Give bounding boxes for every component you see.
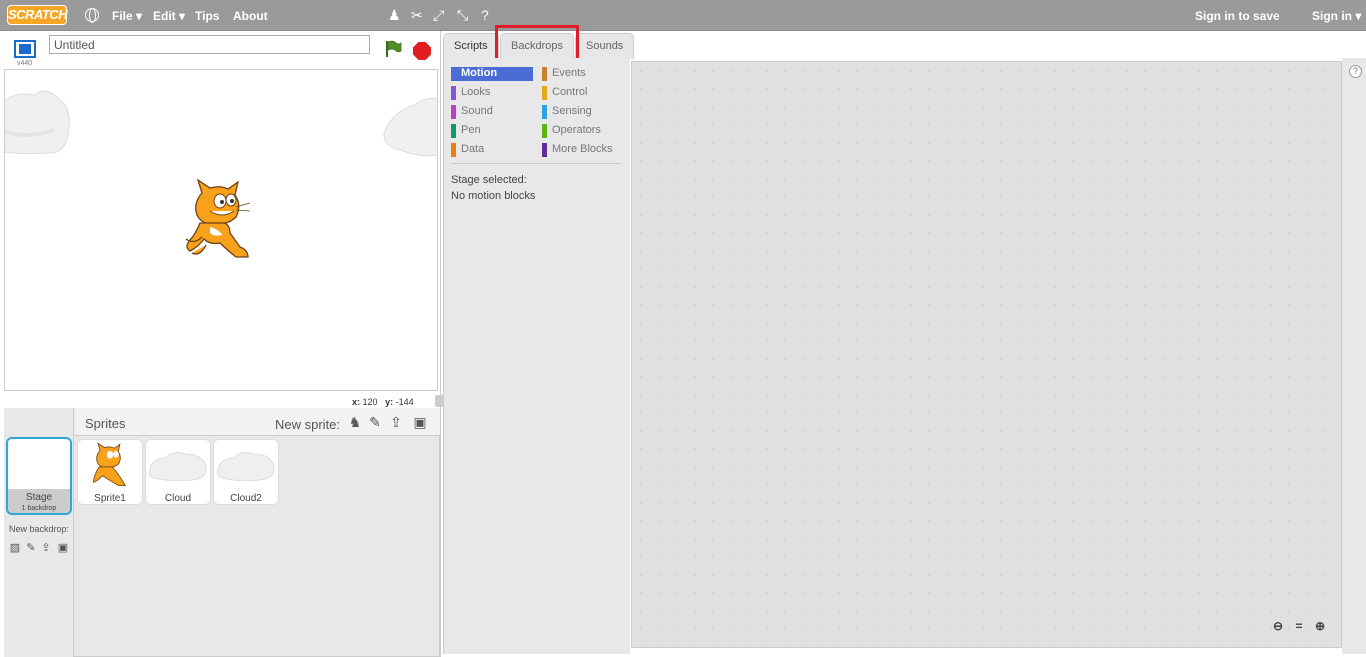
sprite-name: Sprite1 — [94, 493, 126, 504]
duplicate-stamp-icon[interactable]: ♟ — [388, 7, 401, 24]
stop-sign-icon[interactable] — [413, 42, 431, 60]
zoom-in-icon[interactable]: ⊕ — [1311, 619, 1329, 635]
camera-icon[interactable]: ▣ — [411, 414, 429, 432]
category-control[interactable]: Control — [542, 86, 624, 100]
zoom-reset-icon[interactable]: = — [1290, 619, 1308, 635]
sign-in-menu[interactable]: Sign in ▾ — [1312, 9, 1361, 23]
category-motion[interactable]: Motion — [451, 67, 533, 81]
help-column — [1342, 58, 1366, 654]
upload-sprite-icon[interactable]: ⇪ — [387, 414, 405, 432]
new-sprite-label: New sprite: — [275, 417, 341, 432]
category-divider — [451, 163, 621, 164]
stage-thumbnail-label: Stage — [25, 492, 53, 503]
help-question-icon[interactable]: ? — [481, 7, 489, 23]
zoom-out-icon[interactable]: ⊖ — [1269, 619, 1287, 635]
stage-selected-message: Stage selected: — [451, 174, 527, 186]
tab-scripts[interactable]: Scripts — [443, 33, 499, 59]
camera-backdrop-icon[interactable]: ▣ — [56, 541, 70, 555]
category-sensing[interactable]: Sensing — [542, 105, 624, 119]
sprite-name: Cloud2 — [230, 493, 262, 504]
upload-backdrop-icon[interactable]: ⇪ — [39, 541, 53, 555]
help-icon[interactable]: ? — [1349, 65, 1362, 78]
category-data[interactable]: Data — [451, 143, 533, 157]
tips-menu[interactable]: Tips — [195, 9, 219, 23]
stage-canvas[interactable] — [4, 69, 438, 391]
grow-icon[interactable]: ⤢ — [433, 7, 444, 24]
stage-thumbnail-image — [8, 439, 70, 489]
version-label: v440 — [17, 60, 33, 67]
edit-menu[interactable]: Edit ▾ — [153, 9, 185, 23]
sprite1-thumbnail — [93, 442, 127, 487]
new-backdrop-label: New backdrop: — [9, 524, 70, 534]
cloud-thumbnail — [149, 452, 207, 482]
sprite-tile[interactable]: Sprite1 — [77, 439, 143, 505]
sprites-title: Sprites — [85, 416, 126, 431]
sprites-header — [75, 408, 440, 436]
shrink-icon[interactable]: ⤡ — [457, 7, 468, 24]
divider — [440, 31, 441, 657]
category-more-blocks[interactable]: More Blocks — [542, 143, 624, 157]
cat-sprite[interactable] — [185, 178, 251, 258]
choose-sprite-library-icon[interactable]: ♞ — [346, 414, 364, 432]
presentation-mode-button[interactable] — [14, 40, 36, 58]
about-menu[interactable]: About — [233, 9, 268, 23]
no-motion-blocks-message: No motion blocks — [451, 190, 536, 202]
stage-thumbnail-sub: 1 backdrop — [21, 505, 57, 512]
stage-thumbnail[interactable]: Stage 1 backdrop — [6, 437, 72, 515]
sign-in-to-save-link[interactable]: Sign in to save — [1195, 9, 1280, 23]
backdrop-library-icon[interactable]: ▨ — [8, 541, 22, 555]
cloud-sprite-left[interactable] — [5, 90, 70, 155]
sprite-tile[interactable]: Cloud2 — [213, 439, 279, 505]
sprite-name: Cloud — [164, 493, 192, 504]
scripts-area[interactable] — [631, 61, 1342, 648]
cloud-sprite-right[interactable] — [383, 97, 438, 157]
category-looks[interactable]: Looks — [451, 86, 533, 100]
scratch-logo[interactable]: SCRATCH — [7, 5, 68, 25]
green-flag-icon[interactable] — [384, 40, 402, 58]
category-events[interactable]: Events — [542, 67, 624, 81]
category-pen[interactable]: Pen — [451, 124, 533, 138]
mouse-coordinates: x: 120 y: -144 — [352, 397, 414, 407]
tab-sounds[interactable]: Sounds — [575, 33, 635, 59]
cloud2-thumbnail — [217, 452, 275, 482]
paint-brush-icon[interactable]: ✎ — [366, 414, 384, 432]
cut-scissors-icon[interactable]: ✂ — [411, 7, 423, 24]
language-globe-icon[interactable] — [85, 8, 99, 23]
paint-backdrop-icon[interactable]: ✎ — [24, 541, 38, 555]
stage-scene — [5, 90, 438, 258]
category-sound[interactable]: Sound — [451, 105, 533, 119]
sprite-tile[interactable]: Cloud — [145, 439, 211, 505]
project-title-input[interactable] — [49, 35, 370, 54]
file-menu[interactable]: File ▾ — [112, 9, 142, 23]
category-operators[interactable]: Operators — [542, 124, 624, 138]
